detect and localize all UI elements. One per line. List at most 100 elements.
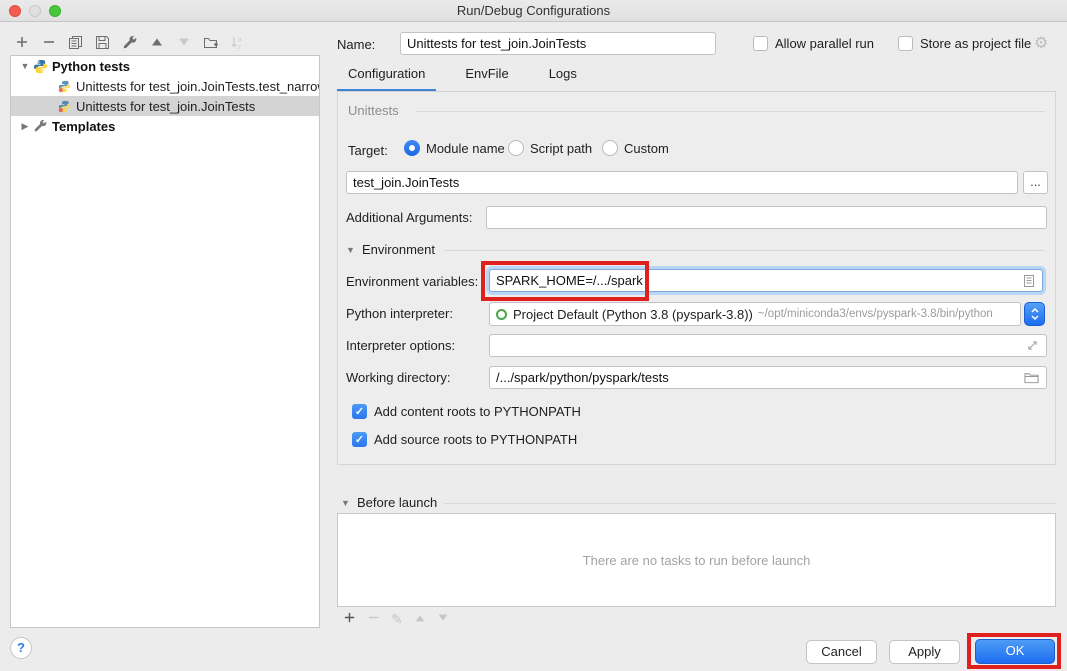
conda-environment-icon	[496, 309, 507, 320]
divider	[444, 250, 1045, 251]
sort-configurations-icon: az	[224, 31, 251, 53]
interpreter-options-input[interactable]	[489, 334, 1047, 357]
configurations-tree: ▼ Python tests Unittests for test_join.J…	[10, 55, 320, 628]
python-test-icon	[55, 80, 73, 93]
python-icon	[31, 59, 49, 74]
before-launch-task-list[interactable]: There are no tasks to run before launch	[337, 513, 1056, 607]
traffic-lights	[9, 5, 61, 17]
remove-task-icon	[367, 611, 380, 627]
chevron-down-icon[interactable]: ▼	[341, 498, 350, 508]
store-as-project-file-checkbox[interactable]: Store as project file	[898, 36, 1031, 51]
allow-parallel-run-checkbox[interactable]: Allow parallel run	[753, 36, 874, 51]
chevron-down-icon[interactable]: ▼	[346, 245, 355, 255]
tab-configuration[interactable]: Configuration	[337, 66, 436, 92]
tree-item-templates[interactable]: ▶ Templates	[11, 116, 319, 136]
svg-text:a: a	[238, 37, 242, 43]
additional-arguments-label: Additional Arguments:	[346, 210, 472, 225]
window-title: Run/Debug Configurations	[0, 0, 1067, 22]
tree-item-label: Unittests for test_join.JoinTests	[76, 99, 255, 114]
configuration-panel: Unittests Target: Module name Script pat…	[337, 92, 1056, 465]
python-interpreter-label: Python interpreter:	[346, 306, 453, 321]
folder-icon[interactable]	[1024, 371, 1039, 387]
environment-variables-input[interactable]	[489, 269, 1043, 292]
target-radio-custom[interactable]: Custom	[602, 140, 669, 156]
tree-item-unittest-narrow[interactable]: Unittests for test_join.JoinTests.test_n…	[11, 76, 319, 96]
environment-section-title: Environment	[362, 242, 435, 257]
expand-field-icon[interactable]	[1026, 339, 1039, 355]
allow-parallel-run-label: Allow parallel run	[775, 36, 874, 51]
python-interpreter-value: Project Default (Python 3.8 (pyspark-3.8…	[513, 307, 753, 322]
tree-item-label: Unittests for test_join.JoinTests.test_n…	[76, 79, 320, 94]
environment-variables-label: Environment variables:	[346, 274, 478, 289]
wrench-icon	[31, 119, 49, 133]
target-input[interactable]	[346, 171, 1018, 194]
remove-icon[interactable]	[35, 31, 62, 53]
ok-button[interactable]: OK	[975, 639, 1055, 664]
interpreter-options-label: Interpreter options:	[346, 338, 455, 353]
chevron-down-icon[interactable]: ▼	[19, 61, 31, 71]
divider	[416, 111, 1045, 112]
add-icon[interactable]	[8, 31, 35, 53]
zoom-window-button[interactable]	[49, 5, 61, 17]
tree-item-python-tests[interactable]: ▼ Python tests	[11, 56, 319, 76]
browse-variables-icon[interactable]	[1022, 274, 1036, 291]
target-option-label: Module name	[426, 141, 505, 156]
name-input[interactable]	[400, 32, 716, 55]
checkbox-unchecked-icon[interactable]	[753, 36, 768, 51]
chevron-right-icon[interactable]: ▶	[19, 121, 31, 132]
radio-selected-icon[interactable]	[404, 140, 420, 156]
move-down-icon	[170, 31, 197, 53]
add-task-icon[interactable]	[343, 611, 356, 627]
titlebar: Run/Debug Configurations	[0, 0, 1067, 22]
target-option-label: Script path	[530, 141, 592, 156]
target-label: Target:	[348, 143, 388, 158]
unittests-group-title: Unittests	[348, 103, 399, 118]
minimize-window-button	[29, 5, 41, 17]
target-radio-module-name[interactable]: Module name	[404, 140, 505, 156]
close-window-button[interactable]	[9, 5, 21, 17]
python-interpreter-select[interactable]: Project Default (Python 3.8 (pyspark-3.8…	[489, 302, 1021, 326]
add-content-roots-checkbox[interactable]: ✓ Add content roots to PYTHONPATH	[352, 404, 581, 419]
checkbox-checked-icon[interactable]: ✓	[352, 404, 367, 419]
checkbox-unchecked-icon[interactable]	[898, 36, 913, 51]
dropdown-stepper-icon[interactable]	[1024, 302, 1045, 326]
run-debug-configurations-dialog: Run/Debug Configurations	[0, 0, 1067, 671]
move-task-up-icon	[414, 611, 426, 627]
target-radio-script-path[interactable]: Script path	[508, 140, 592, 156]
move-up-icon[interactable]	[143, 31, 170, 53]
tree-item-label: Templates	[52, 119, 115, 134]
name-label: Name:	[337, 37, 375, 52]
checkbox-checked-icon[interactable]: ✓	[352, 432, 367, 447]
edit-templates-icon[interactable]	[116, 31, 143, 53]
before-launch-toolbar: ✎	[343, 610, 449, 628]
tab-envfile[interactable]: EnvFile	[454, 66, 519, 92]
radio-unselected-icon[interactable]	[508, 140, 524, 156]
radio-unselected-icon[interactable]	[602, 140, 618, 156]
edit-task-icon: ✎	[391, 611, 403, 628]
copy-configuration-icon[interactable]	[62, 31, 89, 53]
gear-icon[interactable]: ⚙	[1034, 33, 1048, 53]
add-source-roots-checkbox[interactable]: ✓ Add source roots to PYTHONPATH	[352, 432, 577, 447]
configurations-toolbar: az	[8, 30, 251, 54]
target-option-label: Custom	[624, 141, 669, 156]
browse-button[interactable]: ...	[1023, 171, 1048, 194]
save-configuration-icon[interactable]	[89, 31, 116, 53]
apply-button[interactable]: Apply	[889, 640, 960, 664]
new-folder-icon[interactable]	[197, 31, 224, 53]
working-directory-label: Working directory:	[346, 370, 451, 385]
tree-item-unittest-jointests[interactable]: Unittests for test_join.JoinTests	[11, 96, 319, 116]
add-content-roots-label: Add content roots to PYTHONPATH	[374, 404, 581, 419]
svg-text:z: z	[238, 44, 241, 50]
working-directory-input[interactable]	[489, 366, 1047, 389]
tree-item-label: Python tests	[52, 59, 130, 74]
help-button[interactable]: ?	[10, 637, 32, 659]
before-launch-section-title: Before launch	[357, 495, 437, 510]
tab-logs[interactable]: Logs	[538, 66, 588, 92]
cancel-button[interactable]: Cancel	[806, 640, 877, 664]
additional-arguments-input[interactable]	[486, 206, 1047, 229]
divider	[444, 503, 1056, 504]
move-task-down-icon	[437, 611, 449, 627]
configuration-tabs: Configuration EnvFile Logs	[337, 66, 606, 92]
add-source-roots-label: Add source roots to PYTHONPATH	[374, 432, 577, 447]
python-test-icon	[55, 100, 73, 113]
